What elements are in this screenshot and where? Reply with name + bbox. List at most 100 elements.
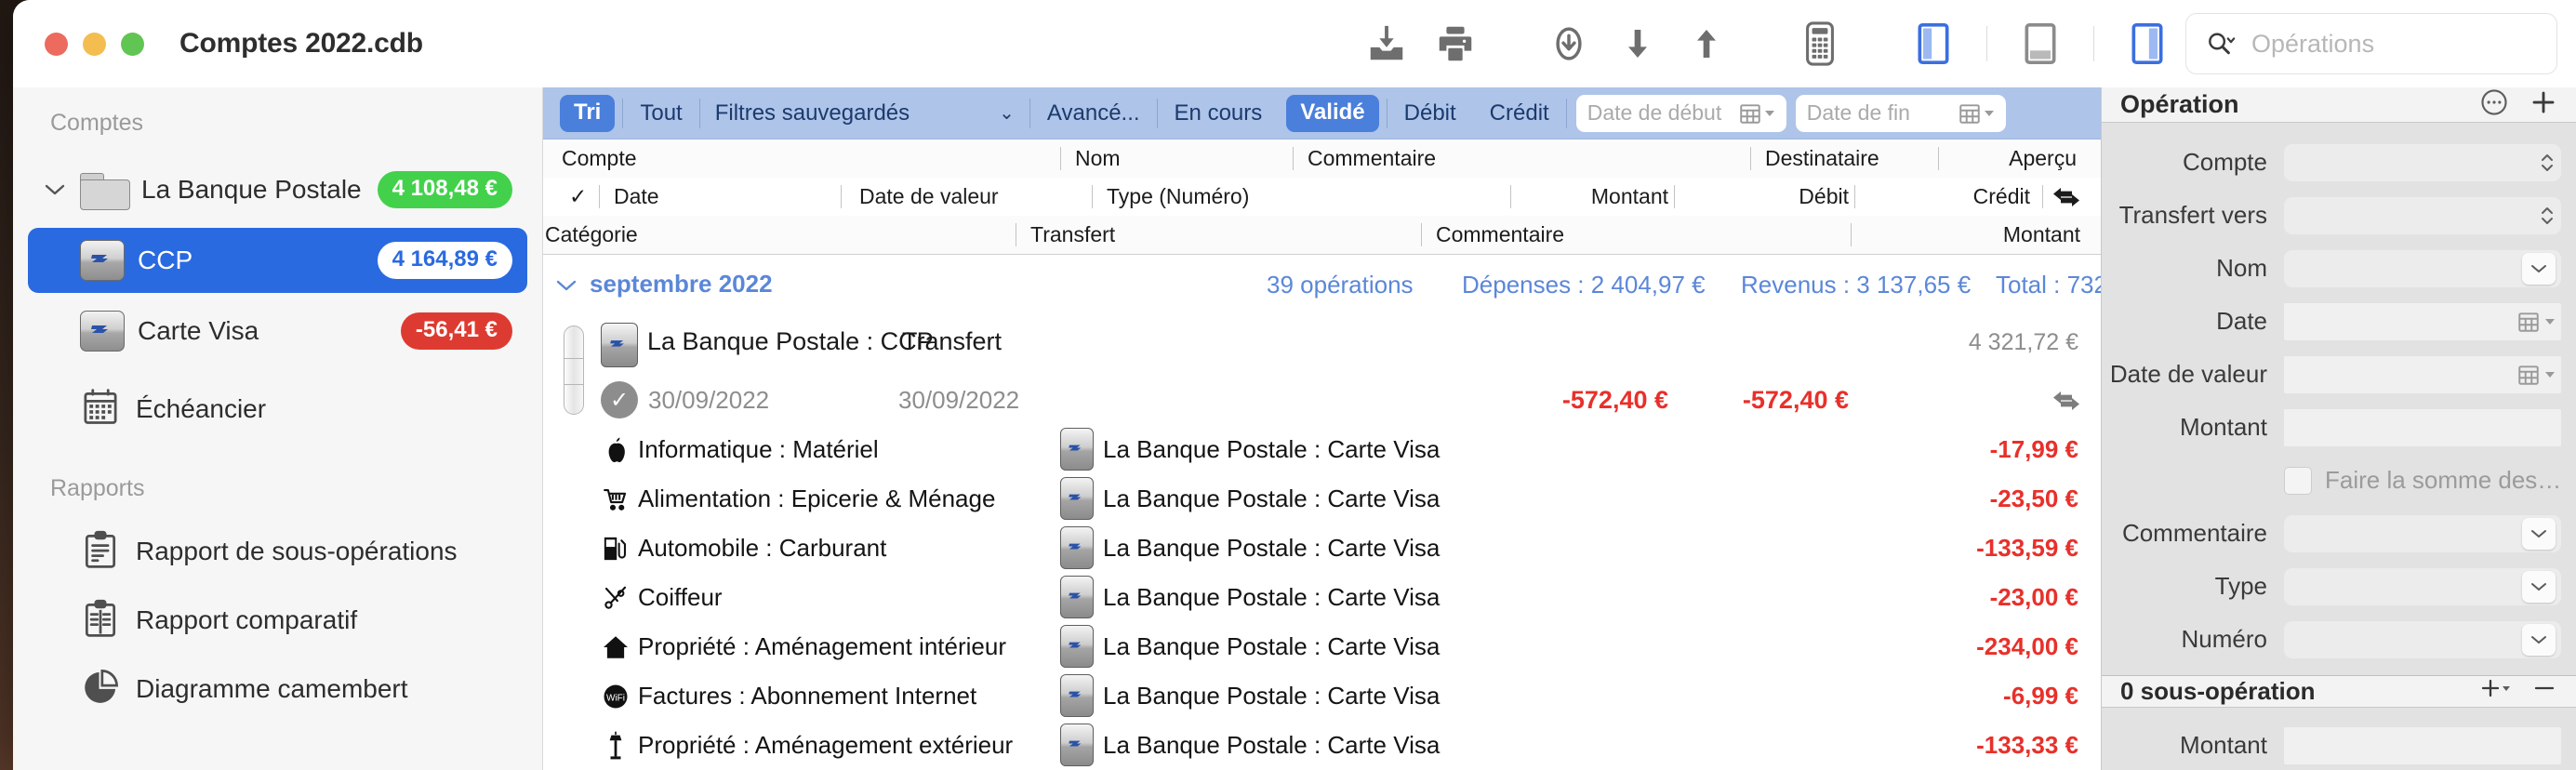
end-date-input[interactable]: Date de fin: [1795, 94, 2006, 132]
filter-pending-button[interactable]: En cours: [1158, 100, 1280, 126]
list-item[interactable]: Automobile : Carburant La Banque Postale…: [543, 524, 2101, 574]
list-item[interactable]: Alimentation : Epicerie & Ménage La Banq…: [543, 475, 2101, 524]
ellipsis-circle-icon[interactable]: [2479, 87, 2509, 122]
close-button[interactable]: [45, 32, 68, 56]
sidebar-item-rapport-comparatif[interactable]: Rapport comparatif: [28, 588, 527, 653]
col-commentaire-2[interactable]: Commentaire: [1436, 216, 1564, 254]
calendar-picker-icon[interactable]: [1738, 101, 1775, 126]
sub-montant-input[interactable]: [2284, 726, 2561, 764]
date-input[interactable]: [2284, 302, 2561, 340]
col-compte[interactable]: Compte: [562, 139, 637, 178]
field-label: Commentaire: [2121, 519, 2267, 547]
calendar-icon: [80, 387, 123, 432]
validated-check-icon[interactable]: ✓: [601, 381, 638, 418]
list-item[interactable]: WiFi Factures : Abonnement Internet La B…: [543, 672, 2101, 722]
filter-all-button[interactable]: Tout: [623, 100, 698, 126]
filter-validated-button[interactable]: Validé: [1286, 94, 1379, 132]
bottom-panel-icon[interactable]: [2006, 9, 2075, 78]
saved-filters-dropdown[interactable]: Filtres sauvegardés ⌄: [700, 100, 1029, 126]
transaction-date: 30/09/2022: [648, 386, 770, 414]
search-field[interactable]: Opérations: [2185, 13, 2557, 74]
start-date-input[interactable]: Date de début: [1575, 94, 1786, 132]
table-row[interactable]: La Banque Postale : CCP Transfert 4 321,…: [543, 314, 2101, 426]
plus-dropdown-icon[interactable]: [2479, 676, 2516, 707]
col-nom[interactable]: Nom: [1075, 139, 1121, 178]
print-icon[interactable]: [1421, 9, 1490, 78]
calculator-icon[interactable]: [1786, 9, 1854, 78]
list-item[interactable]: Propriété : Aménagement extérieur La Ban…: [543, 722, 2101, 770]
list-item[interactable]: Informatique : Matériel La Banque Postal…: [543, 426, 2101, 475]
sidebar-item-label: Échéancier: [136, 394, 267, 423]
col-commentaire[interactable]: Commentaire: [1308, 139, 1436, 178]
list-item[interactable]: Propriété : Aménagement intérieur La Ban…: [543, 623, 2101, 672]
sidebar-item-la-banque-postale[interactable]: La Banque Postale 4 108,48 €: [28, 157, 527, 222]
sidebar-item-ccp[interactable]: CCP 4 164,89 €: [28, 228, 527, 293]
col-montant[interactable]: Montant: [1518, 178, 1668, 216]
faire-la-somme-checkbox[interactable]: [2284, 466, 2312, 495]
filter-credit-button[interactable]: Crédit: [1473, 100, 1566, 126]
download-circle-icon[interactable]: [1534, 9, 1603, 78]
arrow-up-icon[interactable]: [1672, 9, 1741, 78]
field-nom: Nom: [2102, 242, 2561, 295]
transfert-vers-select[interactable]: [2284, 196, 2561, 234]
import-icon[interactable]: [1352, 9, 1421, 78]
calendar-picker-icon[interactable]: [2516, 310, 2556, 334]
commentaire-combobox[interactable]: [2284, 514, 2561, 552]
numero-combobox[interactable]: [2284, 620, 2561, 658]
sidebar: Comptes La Banque Postale 4 108,48 € CCP…: [13, 87, 543, 770]
drag-handle[interactable]: [564, 325, 584, 415]
table-rows[interactable]: septembre 2022 39 opérations Dépenses : …: [543, 255, 2101, 770]
compte-select[interactable]: [2284, 143, 2561, 181]
col-date[interactable]: Date: [614, 178, 659, 216]
sub-operation-category: Propriété : Aménagement extérieur: [638, 731, 1014, 759]
minus-icon[interactable]: [2531, 676, 2557, 707]
sidebar-item-label: Carte Visa: [138, 316, 259, 345]
nom-combobox[interactable]: [2284, 249, 2561, 287]
left-panel-icon[interactable]: [1899, 9, 1968, 78]
col-transfert[interactable]: Transfert: [1030, 216, 1115, 254]
right-panel-icon[interactable]: [2113, 9, 2182, 78]
chevron-down-icon[interactable]: [2522, 252, 2556, 285]
zoom-button[interactable]: [121, 32, 144, 56]
col-debit[interactable]: Débit: [1693, 178, 1849, 216]
advanced-filter-button[interactable]: Avancé...: [1030, 100, 1157, 126]
type-combobox[interactable]: [2284, 567, 2561, 605]
date-de-valeur-input[interactable]: [2284, 355, 2561, 393]
sidebar-section-accounts: Comptes: [50, 110, 144, 136]
col-type-numero[interactable]: Type (Numéro): [1107, 178, 1249, 216]
filter-debit-button[interactable]: Débit: [1388, 100, 1473, 126]
field-date-de-valeur: Date de valeur: [2102, 348, 2561, 401]
calendar-picker-icon[interactable]: [1958, 101, 1995, 126]
chevron-down-icon[interactable]: [2522, 517, 2556, 550]
list-item[interactable]: Coiffeur La Banque Postale : Carte Visa …: [543, 574, 2101, 623]
chevron-down-icon[interactable]: [556, 273, 577, 298]
col-apercu[interactable]: Aperçu: [2009, 139, 2077, 178]
chevron-down-icon[interactable]: [2522, 623, 2556, 656]
stepper-icon[interactable]: [2539, 151, 2556, 175]
calendar-picker-icon[interactable]: [2516, 363, 2556, 387]
sidebar-item-diagramme-camembert[interactable]: Diagramme camembert: [28, 657, 527, 722]
sidebar-item-echeancier[interactable]: Échéancier: [28, 377, 527, 442]
col-date-de-valeur[interactable]: Date de valeur: [859, 178, 999, 216]
montant-input[interactable]: [2284, 408, 2561, 446]
col-destinataire[interactable]: Destinataire: [1765, 139, 1879, 178]
account-balance-badge: 4 164,89 €: [377, 242, 512, 279]
col-montant-2[interactable]: Montant: [2003, 216, 2080, 254]
chevron-down-icon[interactable]: [43, 183, 67, 196]
col-credit[interactable]: Crédit: [1973, 178, 2030, 216]
stepper-icon[interactable]: [2539, 204, 2556, 228]
clipboard-list-icon: [80, 529, 123, 575]
sidebar-item-rapport-de-sous-operations[interactable]: Rapport de sous-opérations: [28, 519, 527, 584]
minimize-button[interactable]: [83, 32, 106, 56]
col-check[interactable]: ✓: [569, 178, 587, 216]
sub-operation-category: Factures : Abonnement Internet: [638, 682, 977, 710]
field-date: Date: [2102, 295, 2561, 348]
sort-button[interactable]: Tri: [560, 94, 616, 132]
month-group-header[interactable]: septembre 2022 39 opérations Dépenses : …: [543, 255, 2101, 314]
sub-operation-transfer: La Banque Postale : Carte Visa: [1103, 632, 1441, 660]
plus-icon[interactable]: [2530, 88, 2557, 121]
col-categorie[interactable]: Catégorie: [545, 216, 638, 254]
chevron-down-icon[interactable]: [2522, 570, 2556, 603]
arrow-down-icon[interactable]: [1603, 9, 1672, 78]
sidebar-item-carte-visa[interactable]: Carte Visa -56,41 €: [28, 299, 527, 364]
